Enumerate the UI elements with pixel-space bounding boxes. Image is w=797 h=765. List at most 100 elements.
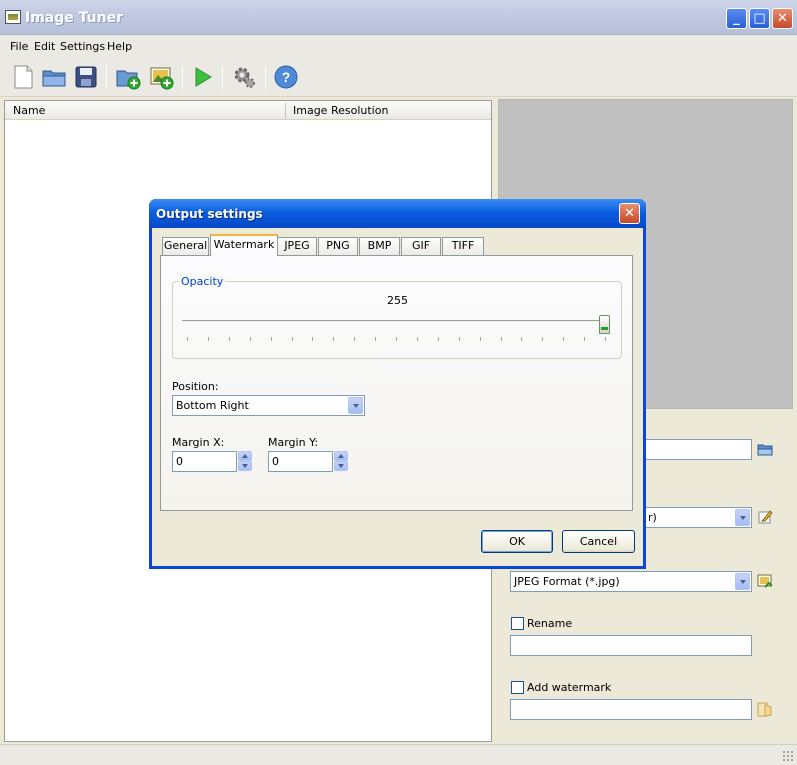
margin-y-field[interactable]: 0 — [268, 451, 333, 472]
menu-edit[interactable]: Edit — [34, 40, 55, 53]
add-image-icon — [150, 67, 174, 90]
rename-field[interactable] — [510, 635, 752, 656]
position-label: Position: — [172, 380, 219, 393]
list-header: Name Image Resolution — [5, 101, 491, 120]
watermark-browse-button[interactable] — [757, 701, 773, 717]
minimize-button[interactable]: _ — [726, 8, 747, 29]
watermark-tab-page: Opacity 255 Position: Bottom Right Margi… — [160, 255, 633, 511]
slider-tick — [458, 337, 460, 341]
slider-tick — [312, 337, 314, 341]
close-icon: ✕ — [777, 11, 788, 26]
menu-help[interactable]: Help — [107, 40, 132, 53]
output-format-select[interactable]: JPEG Format (*.jpg) — [510, 571, 752, 592]
column-divider[interactable] — [285, 103, 286, 118]
slider-tick — [207, 337, 209, 341]
menu-settings[interactable]: Settings — [60, 40, 105, 53]
tab-bmp[interactable]: BMP — [359, 237, 400, 255]
dialog-close-button[interactable]: ✕ — [619, 203, 640, 224]
watermark-field[interactable] — [510, 699, 752, 720]
name-format-select[interactable]: r) — [644, 507, 752, 528]
rename-checkbox[interactable] — [511, 617, 524, 630]
tab-watermark[interactable]: Watermark — [210, 234, 278, 256]
new-file-button[interactable] — [10, 64, 36, 90]
stepper-down-icon[interactable] — [238, 461, 252, 471]
column-name[interactable]: Name — [13, 104, 45, 117]
title-bar: Image Tuner _ □ ✕ — [0, 0, 797, 35]
close-icon: ✕ — [624, 206, 635, 221]
slider-tick — [584, 337, 586, 341]
save-icon — [75, 66, 97, 88]
opacity-slider-track[interactable] — [182, 320, 608, 323]
slider-tick — [437, 337, 439, 341]
margin-y-stepper[interactable] — [334, 451, 348, 472]
slider-tick — [228, 337, 230, 341]
stepper-up-icon[interactable] — [334, 451, 348, 461]
maximize-icon: □ — [753, 11, 766, 26]
svg-text:?: ? — [282, 69, 291, 85]
browse-folder-button[interactable] — [757, 441, 773, 457]
margin-x-field[interactable]: 0 — [172, 451, 237, 472]
chevron-down-icon[interactable] — [348, 397, 363, 414]
format-settings-icon — [757, 574, 773, 588]
output-format-value: JPEG Format (*.jpg) — [514, 575, 620, 588]
opacity-group: Opacity 255 — [172, 275, 622, 359]
tab-png[interactable]: PNG — [318, 237, 358, 255]
column-image-resolution[interactable]: Image Resolution — [293, 104, 388, 117]
edit-format-button[interactable] — [757, 509, 773, 525]
open-button[interactable] — [41, 64, 67, 90]
status-bar — [0, 744, 797, 765]
add-folder-icon — [116, 70, 141, 90]
close-button[interactable]: ✕ — [772, 8, 793, 29]
tab-gif[interactable]: GIF — [401, 237, 441, 255]
folder-icon — [757, 444, 773, 456]
name-format-value: r) — [648, 511, 657, 524]
position-select[interactable]: Bottom Right — [172, 395, 365, 416]
settings-gear-icon — [234, 67, 255, 88]
cancel-button[interactable]: Cancel — [562, 530, 635, 553]
settings-button[interactable] — [231, 64, 257, 90]
toolbar-separator — [182, 65, 183, 89]
toolbar-separator — [265, 65, 266, 89]
dialog-title-bar[interactable]: Output settings ✕ — [149, 199, 646, 228]
edit-icon — [758, 510, 773, 524]
toolbar-separator — [222, 65, 223, 89]
dialog-body: General Watermark JPEG PNG BMP GIF TIFF … — [152, 228, 643, 566]
slider-tick — [396, 337, 397, 341]
slider-tick — [542, 337, 544, 341]
watermark-browse-icon — [757, 702, 772, 717]
slider-tick — [416, 337, 418, 341]
slider-tick — [333, 337, 335, 341]
resize-grip-icon[interactable] — [782, 750, 794, 762]
output-settings-dialog: Output settings ✕ General Watermark JPEG… — [149, 199, 646, 569]
add-folder-button[interactable] — [115, 64, 141, 90]
maximize-button[interactable]: □ — [749, 8, 770, 29]
tab-general[interactable]: General — [162, 237, 209, 255]
slider-tick — [187, 337, 188, 341]
add-watermark-checkbox[interactable] — [511, 681, 524, 694]
help-button[interactable]: ? — [273, 64, 299, 90]
position-value: Bottom Right — [176, 399, 249, 412]
run-icon — [195, 67, 212, 87]
slider-tick — [270, 337, 272, 341]
tab-tiff[interactable]: TIFF — [442, 237, 484, 255]
run-button[interactable] — [190, 64, 216, 90]
add-watermark-label: Add watermark — [527, 681, 612, 694]
chevron-down-icon[interactable] — [735, 573, 750, 590]
stepper-down-icon[interactable] — [334, 461, 348, 471]
margin-x-stepper[interactable] — [238, 451, 252, 472]
save-button[interactable] — [73, 64, 99, 90]
help-icon: ? — [274, 65, 298, 89]
format-settings-button[interactable] — [757, 573, 773, 589]
output-folder-field[interactable] — [644, 439, 752, 460]
chevron-down-icon[interactable] — [735, 509, 750, 526]
opacity-slider-thumb[interactable] — [599, 315, 610, 334]
ok-button[interactable]: OK — [481, 530, 553, 553]
new-file-icon — [14, 65, 33, 89]
stepper-up-icon[interactable] — [238, 451, 252, 461]
opacity-value: 255 — [387, 294, 408, 307]
toolbar-separator — [106, 65, 107, 89]
menu-bar: File Edit Settings Help — [0, 36, 797, 56]
menu-file[interactable]: File — [10, 40, 28, 53]
tab-jpeg[interactable]: JPEG — [277, 237, 317, 255]
add-image-button[interactable] — [148, 64, 174, 90]
